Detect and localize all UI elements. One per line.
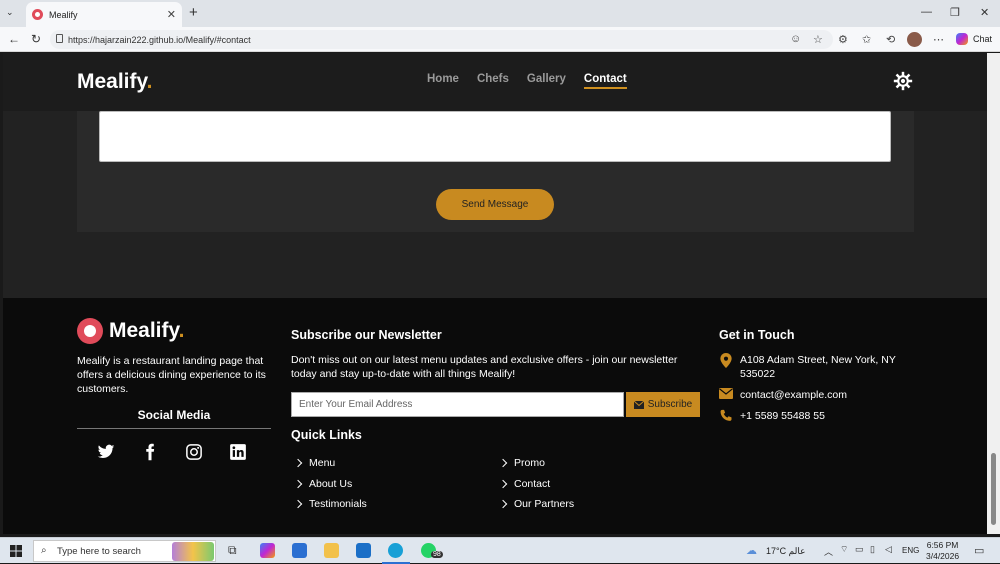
- address-toolbar: ← ↻ https://hajarzain222.github.io/Meali…: [0, 27, 1000, 52]
- page-scrollbar[interactable]: [987, 53, 1000, 534]
- quick-link-about-us[interactable]: About Us: [293, 478, 352, 490]
- footer-logo[interactable]: Mealify.: [77, 318, 184, 344]
- envelope-icon: [633, 400, 644, 409]
- tray-chevron-up-icon[interactable]: ︿: [824, 545, 833, 558]
- copilot-icon[interactable]: [956, 33, 968, 45]
- phone-icon: [720, 409, 732, 421]
- url-input[interactable]: https://hajarzain222.github.io/Mealify/#…: [50, 30, 833, 49]
- windows-start-icon[interactable]: [10, 545, 22, 557]
- favorite-star-icon[interactable]: ☆: [813, 33, 823, 46]
- twitter-icon[interactable]: [97, 443, 115, 461]
- more-menu-icon[interactable]: ⋯: [933, 33, 944, 46]
- map-pin-icon: [720, 353, 732, 368]
- os-taskbar: ⌕ Type here to search ⧉ 98 ☁ 17°C عالم ︿…: [0, 537, 1000, 564]
- minimize-icon[interactable]: —: [921, 6, 932, 18]
- lock-icon: [56, 34, 63, 43]
- phone-item[interactable]: +1 5589 55488 55: [719, 409, 825, 423]
- settings-gear-icon[interactable]: [893, 71, 913, 91]
- get-in-touch-title: Get in Touch: [719, 328, 795, 342]
- chevron-right-icon: [293, 479, 303, 489]
- url-text: https://hajarzain222.github.io/Mealify/#…: [68, 34, 251, 45]
- chevron-right-icon: [498, 479, 508, 489]
- nav-gallery[interactable]: Gallery: [527, 73, 566, 89]
- quick-link-our-partners[interactable]: Our Partners: [498, 498, 574, 510]
- scrollbar-thumb[interactable]: [991, 453, 996, 525]
- site-favicon-icon: [32, 9, 43, 20]
- language-indicator[interactable]: ENG: [902, 546, 919, 555]
- nav-home[interactable]: Home: [427, 73, 459, 89]
- favorites-icon[interactable]: ✩: [862, 33, 871, 46]
- contact-form-card: Send Message: [77, 111, 914, 232]
- browser-tab[interactable]: Mealify ✕: [26, 2, 182, 27]
- tray-volume-icon[interactable]: ◁: [885, 544, 892, 555]
- tab-list-chevron-icon[interactable]: ⌄: [6, 7, 14, 18]
- chevron-right-icon: [498, 458, 508, 468]
- tray-battery-icon[interactable]: ▭: [855, 544, 864, 555]
- main-nav: Home Chefs Gallery Contact: [427, 73, 627, 89]
- newsletter-text: Don't miss out on our latest menu update…: [291, 354, 678, 380]
- maximize-icon[interactable]: ❐: [950, 6, 960, 19]
- store-icon[interactable]: [292, 543, 307, 558]
- quick-links-title: Quick Links: [291, 428, 362, 442]
- quick-link-menu[interactable]: Menu: [293, 457, 335, 469]
- envelope-icon: [719, 388, 733, 399]
- site-header: Mealify. Home Chefs Gallery Contact: [3, 53, 987, 111]
- edge-icon[interactable]: [388, 543, 403, 558]
- taskbar-clock[interactable]: 6:56 PM 3/4/2026: [926, 540, 959, 562]
- taskbar-search-input[interactable]: ⌕ Type here to search: [33, 540, 216, 562]
- profile-avatar[interactable]: [907, 32, 922, 47]
- notifications-icon[interactable]: ▭: [974, 544, 984, 557]
- window-close-icon[interactable]: ✕: [980, 6, 989, 19]
- browser-tab-bar: ⌄ Mealify ✕ + — ❐ ✕: [0, 0, 1000, 27]
- quick-link-promo[interactable]: Promo: [498, 457, 545, 469]
- tab-close-icon[interactable]: ✕: [167, 8, 176, 21]
- instagram-icon[interactable]: [185, 443, 203, 461]
- quick-link-testimonials[interactable]: Testimonials: [293, 498, 367, 510]
- nav-contact[interactable]: Contact: [583, 73, 627, 89]
- message-textarea[interactable]: [99, 111, 891, 162]
- mealify-badge-icon: [77, 318, 103, 344]
- quick-link-contact[interactable]: Contact: [498, 478, 550, 490]
- email-item[interactable]: contact@example.com: [719, 388, 847, 402]
- extensions-icon[interactable]: ⚙: [838, 33, 848, 46]
- task-view-icon[interactable]: ⧉: [228, 543, 237, 558]
- tray-device-icon[interactable]: ▯: [870, 544, 875, 555]
- tab-title: Mealify: [49, 9, 78, 20]
- whatsapp-badge: 98: [431, 551, 443, 558]
- copilot-taskbar-icon[interactable]: [260, 543, 275, 558]
- site-footer: Mealify. Mealify is a restaurant landing…: [3, 298, 987, 534]
- newsletter-title: Subscribe our Newsletter: [291, 328, 442, 342]
- reader-icon[interactable]: ☺: [790, 33, 801, 45]
- search-icon: ⌕: [41, 545, 47, 556]
- reload-icon[interactable]: ↻: [31, 32, 41, 46]
- social-icons: [97, 443, 247, 461]
- social-media-title: Social Media: [77, 408, 271, 429]
- weather-cloud-icon[interactable]: ☁: [746, 544, 757, 557]
- nav-chefs[interactable]: Chefs: [477, 73, 509, 89]
- history-icon[interactable]: ⟲: [886, 33, 895, 46]
- facebook-icon[interactable]: [141, 443, 159, 461]
- linkedin-icon[interactable]: [229, 443, 247, 461]
- outlook-icon[interactable]: [356, 543, 371, 558]
- new-tab-plus-icon[interactable]: +: [189, 4, 198, 21]
- footer-description: Mealify is a restaurant landing page tha…: [77, 355, 266, 395]
- address-item: A108 Adam Street, New York, NY 535022: [719, 353, 909, 381]
- chevron-right-icon: [498, 499, 508, 509]
- page-viewport: Mealify. Home Chefs Gallery Contact Send…: [3, 53, 987, 534]
- chat-label[interactable]: Chat: [973, 34, 992, 44]
- newsletter-email-input[interactable]: [291, 392, 624, 417]
- file-explorer-icon[interactable]: [324, 543, 339, 558]
- tray-network-icon[interactable]: ⌔: [840, 544, 848, 555]
- chevron-right-icon: [293, 458, 303, 468]
- search-highlight-image: [172, 542, 214, 561]
- back-arrow-icon[interactable]: ←: [8, 32, 20, 46]
- weather-text[interactable]: 17°C عالم: [766, 546, 805, 557]
- subscribe-button[interactable]: Subscribe: [626, 392, 700, 417]
- send-message-button[interactable]: Send Message: [436, 189, 554, 220]
- site-logo[interactable]: Mealify.: [77, 70, 152, 94]
- chevron-right-icon: [293, 499, 303, 509]
